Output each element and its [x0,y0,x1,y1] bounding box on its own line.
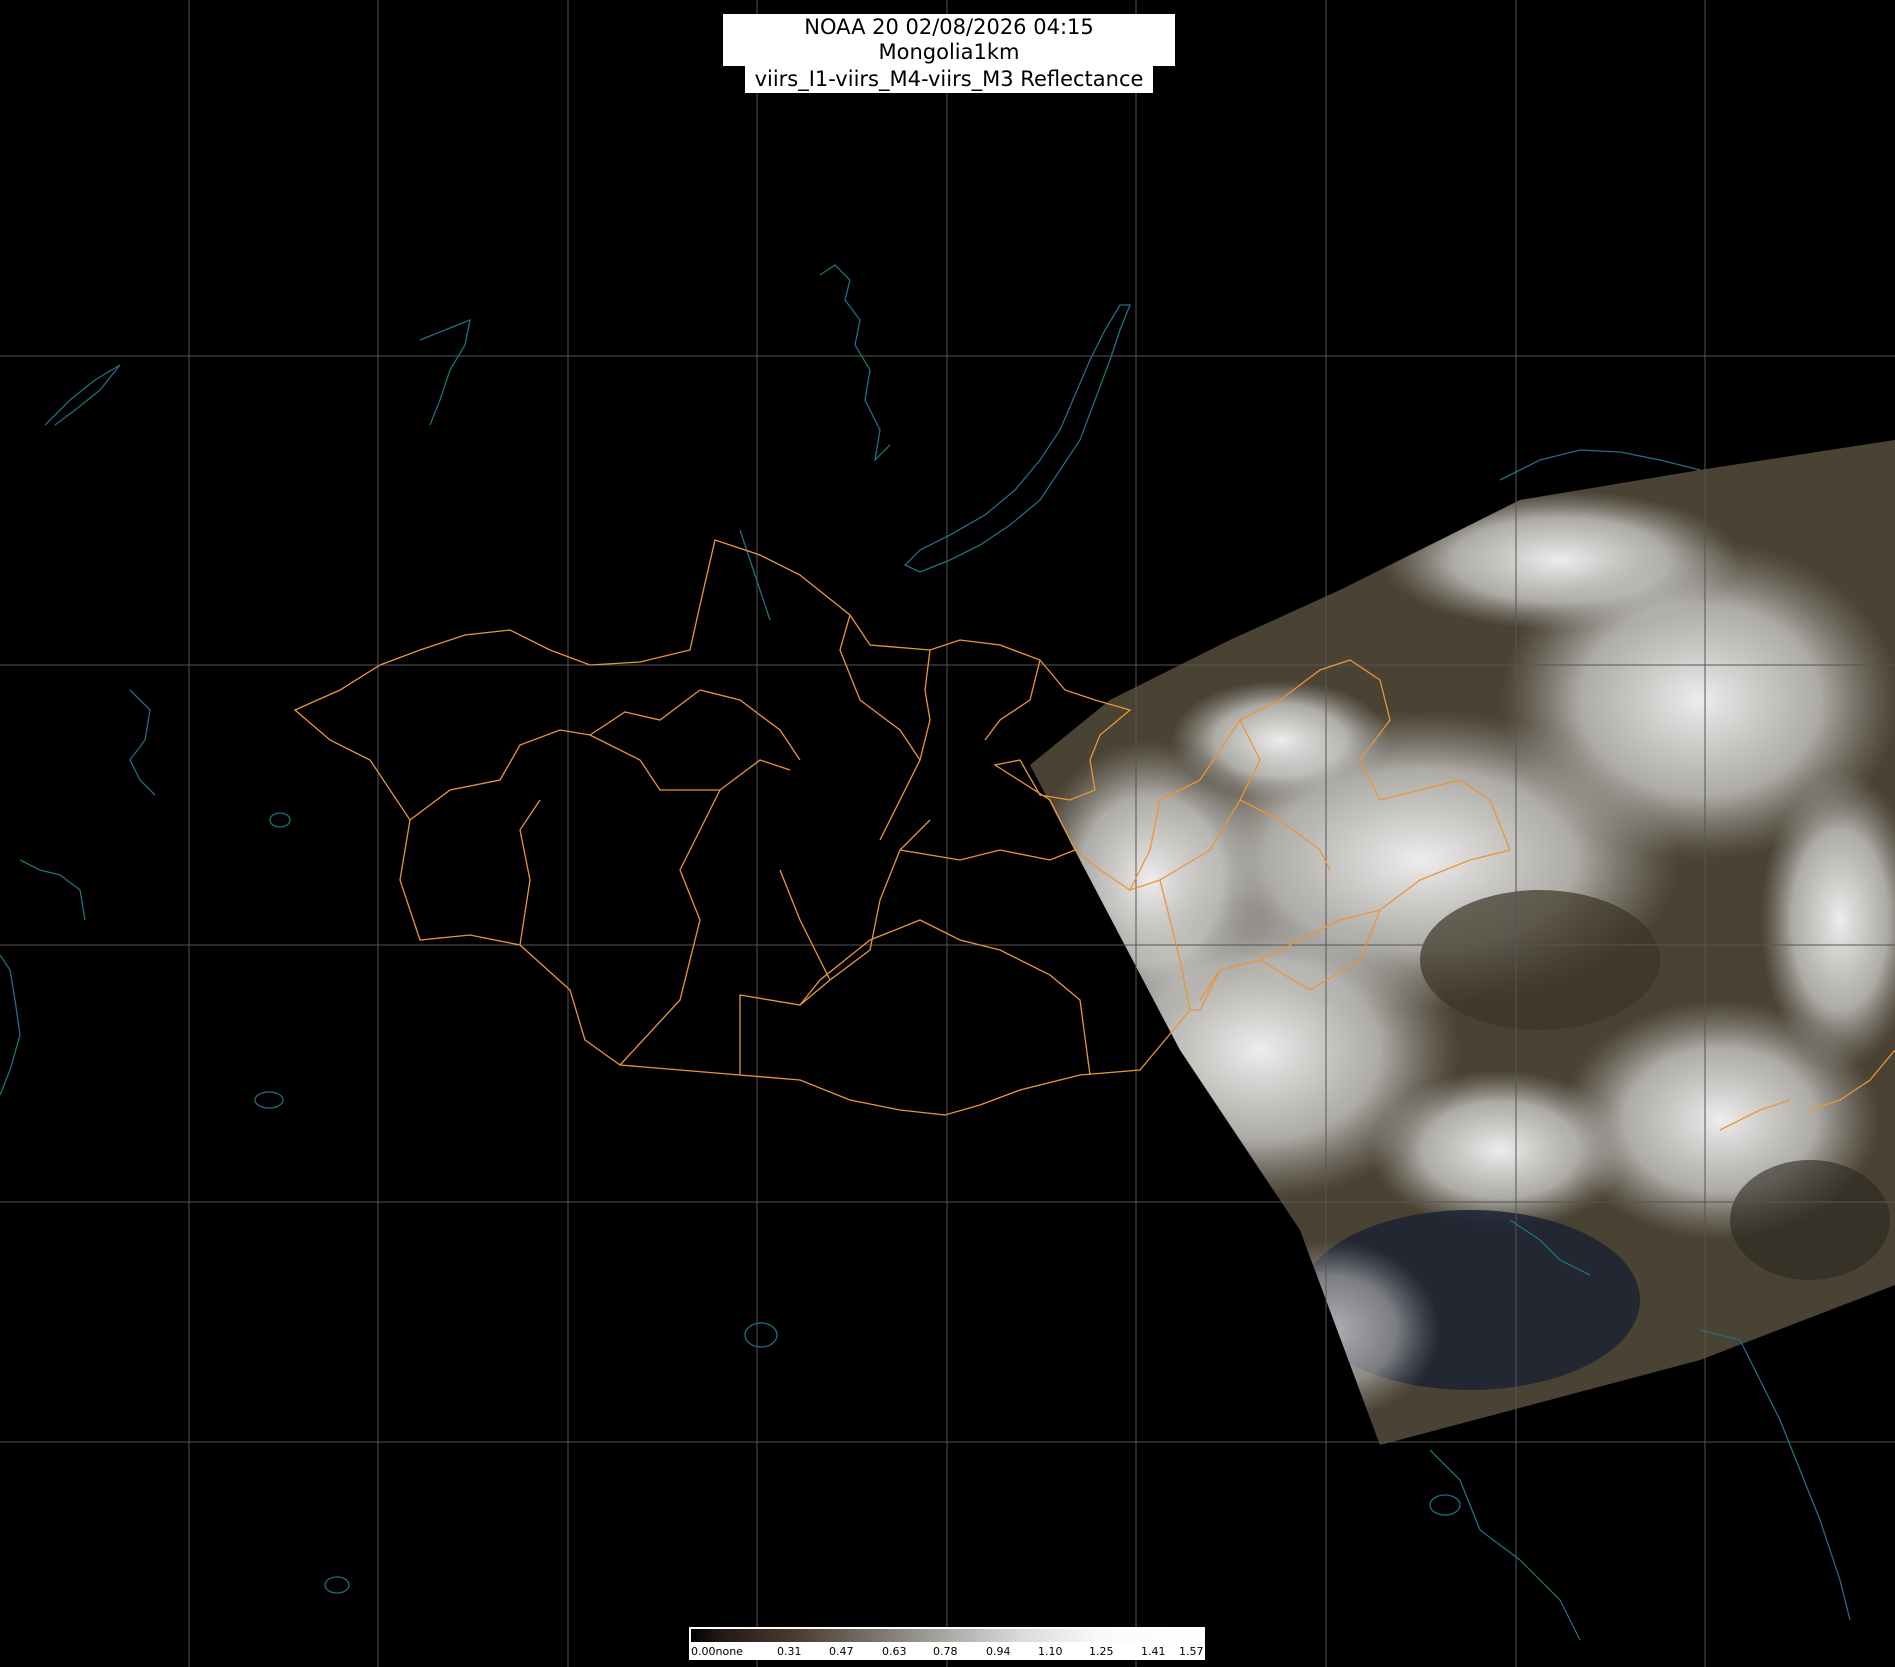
country-border [293,539,1191,1116]
colorbar-tick: 0.78 [933,1645,958,1658]
title-line-1: NOAA 20 02/08/2026 04:15 Mongolia1km [723,14,1175,66]
colorbar: 0.00none 0.31 0.47 0.63 0.78 0.94 1.10 1… [689,1627,1205,1660]
title-line-2: viirs_I1-viirs_M4-viirs_M3 Reflectance [744,66,1154,93]
colorbar-tick: 0.94 [986,1645,1011,1658]
title-block: NOAA 20 02/08/2026 04:15 Mongolia1km vii… [723,14,1175,93]
colorbar-tick: 0.31 [777,1645,802,1658]
colorbar-tick: 1.41 [1141,1645,1166,1658]
satellite-map [0,0,1895,1667]
colorbar-tick: 0.63 [882,1645,907,1658]
colorbar-tick: 1.25 [1089,1645,1114,1658]
colorbar-tick: 1.57 [1179,1645,1204,1658]
colorbar-gradient [691,1629,1203,1642]
colorbar-tick: 0.47 [829,1645,854,1658]
colorbar-tick: 1.10 [1038,1645,1063,1658]
colorbar-tick: 0.00none [691,1645,743,1658]
